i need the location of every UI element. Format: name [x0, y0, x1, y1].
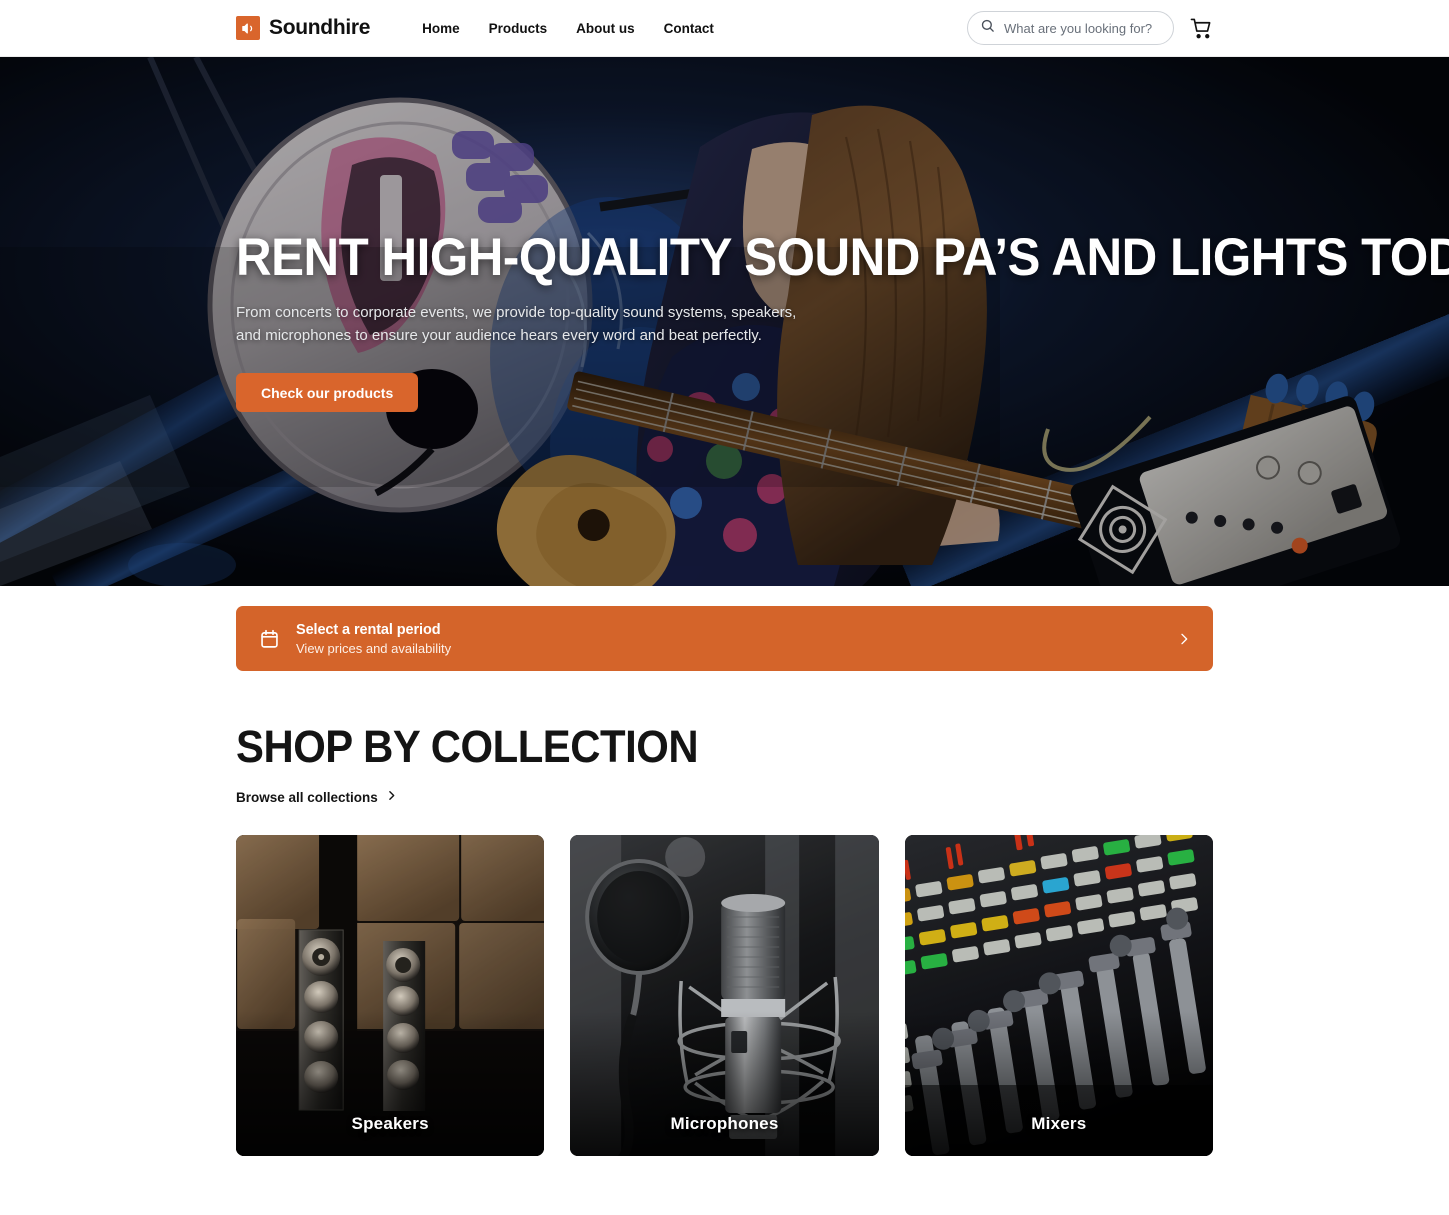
brand-logo[interactable]: Soundhire [236, 16, 370, 40]
hero-subtitle: From concerts to corporate events, we pr… [236, 303, 797, 344]
page-body: Select a rental period View prices and a… [0, 606, 1449, 1215]
nav-item-home[interactable]: Home [422, 21, 460, 36]
brand-name: Soundhire [269, 16, 371, 39]
hero-title: RENT HIGH-QUALITY SOUND PA’S AND LIGHTS … [236, 227, 1449, 287]
chevron-right-icon [385, 789, 398, 805]
speaker-volume-icon [236, 16, 260, 40]
shop-by-collection-heading: SHOP BY COLLECTION [236, 721, 699, 772]
select-rental-period-banner[interactable]: Select a rental period View prices and a… [236, 606, 1213, 671]
site-header: Soundhire Home Products About us Contact… [0, 0, 1449, 57]
search-icon [980, 18, 995, 38]
rental-banner-title: Select a rental period [296, 621, 441, 638]
collection-card-speakers[interactable]: Speakers [236, 834, 545, 1156]
card-gradient-overlay [904, 1011, 1213, 1156]
card-gradient-overlay [236, 1011, 545, 1156]
nav-item-products[interactable]: Products [489, 21, 548, 36]
collection-label-microphones: Microphones [670, 1113, 779, 1133]
browse-all-collections-label: Browse all collections [236, 789, 378, 805]
shop-by-collection-section: SHOP BY COLLECTION Browse all collection… [236, 671, 1213, 1156]
nav-item-contact[interactable]: Contact [664, 21, 714, 36]
collection-card-microphones[interactable]: Microphones [570, 834, 879, 1156]
featured-products-section: FEATURED PRODUCTS [236, 1156, 1213, 1215]
primary-nav: Home Products About us Contact [422, 21, 714, 36]
rental-banner-subtitle: View prices and availability [296, 640, 452, 656]
search-placeholder: What are you looking for? [1004, 20, 1153, 36]
collection-label-mixers: Mixers [1031, 1113, 1087, 1133]
card-gradient-overlay [570, 1011, 879, 1156]
search-input[interactable]: What are you looking for? [967, 11, 1174, 45]
shopping-cart-icon[interactable] [1190, 17, 1213, 40]
nav-item-about-us[interactable]: About us [576, 21, 635, 36]
calendar-icon [256, 628, 282, 650]
chevron-right-icon [1176, 631, 1192, 647]
hero-content: RENT HIGH-QUALITY SOUND PA’S AND LIGHTS … [236, 57, 1449, 586]
collection-label-speakers: Speakers [351, 1113, 429, 1133]
hero-section: RENT HIGH-QUALITY SOUND PA’S AND LIGHTS … [0, 57, 1449, 586]
browse-all-collections-link[interactable]: Browse all collections [236, 789, 398, 805]
check-our-products-button[interactable]: Check our products [236, 373, 419, 413]
collection-card-mixers[interactable]: Mixers [904, 834, 1213, 1156]
header-actions: What are you looking for? [967, 11, 1213, 45]
collection-card-grid: Speakers Microphones Mixers [236, 834, 1213, 1156]
